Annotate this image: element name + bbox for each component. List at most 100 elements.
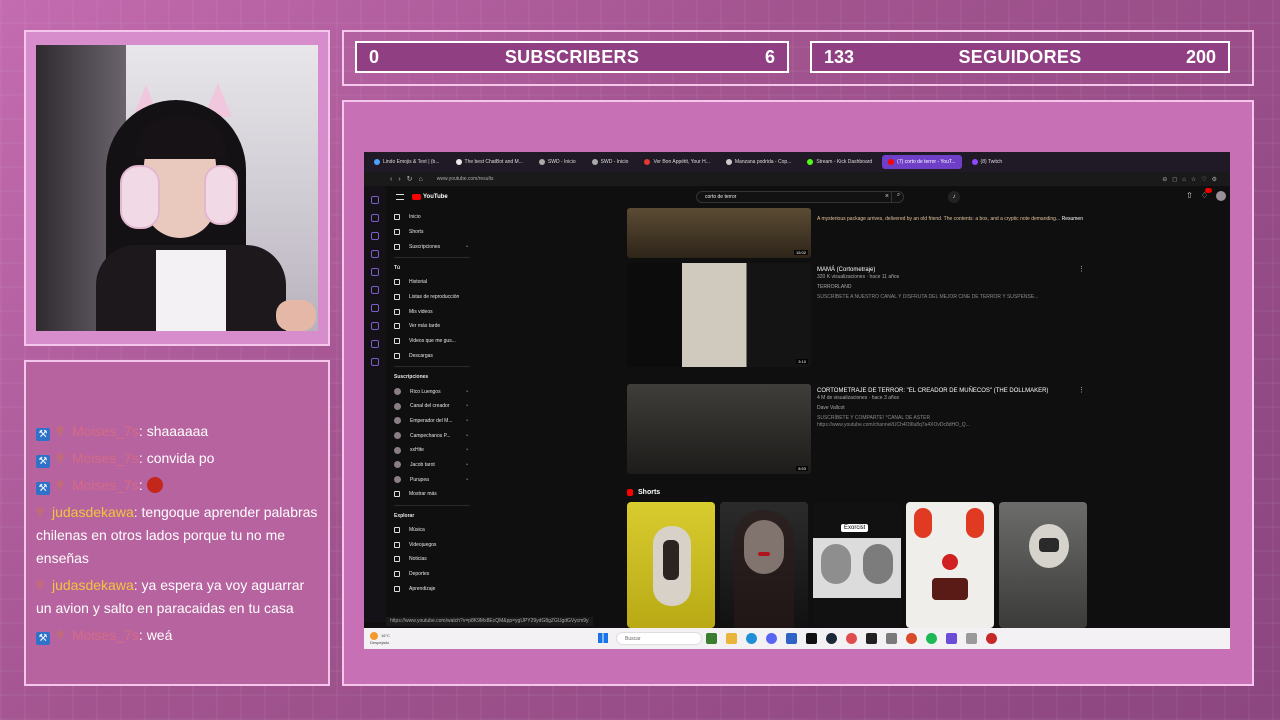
- short-thumbnail[interactable]: [720, 502, 808, 628]
- browser-tab[interactable]: (8) Twitch: [966, 155, 1009, 169]
- sidebar-item-explore[interactable]: Música: [386, 523, 478, 538]
- browser-tab[interactable]: The best ChatBot and M...: [450, 155, 529, 169]
- youtube-search-input[interactable]: corto de terror × ⌕: [696, 191, 904, 203]
- sidebar-item-subscription[interactable]: Purupea •: [386, 472, 478, 487]
- sidebar-item-you[interactable]: Ver más tarde: [386, 319, 478, 334]
- sidebar-section-you[interactable]: Tú: [386, 261, 478, 275]
- opera-sidebar-icon[interactable]: [371, 304, 379, 312]
- video-channel[interactable]: TERRORLAND: [817, 284, 1077, 291]
- opera-sidebar-icon[interactable]: [371, 268, 379, 276]
- file-explorer-icon[interactable]: [726, 633, 737, 644]
- browser-tab[interactable]: Manzana podrida - Cop...: [720, 155, 797, 169]
- sidebar-item-label: Rico Luengos: [410, 388, 441, 395]
- chat-username[interactable]: Moises_7s: [72, 627, 139, 643]
- sidebar-item-subscription[interactable]: Canal del creador •: [386, 399, 478, 414]
- short-thumbnail-exorcist[interactable]: Exorcist: [813, 502, 901, 628]
- sidebar-item-explore[interactable]: Videojuegos: [386, 537, 478, 552]
- video-thumbnail[interactable]: 3:10: [627, 263, 811, 367]
- opera-sidebar-icon[interactable]: [371, 340, 379, 348]
- taskbar-app-icon[interactable]: [986, 633, 997, 644]
- steam-icon[interactable]: [826, 633, 837, 644]
- opera-sidebar-icon[interactable]: [371, 196, 379, 204]
- taskbar-app-icon[interactable]: [966, 633, 977, 644]
- edge-icon[interactable]: [746, 633, 757, 644]
- weather-desc: Despejado: [370, 640, 390, 645]
- sidebar-item-subscription[interactable]: Emperador del M... •: [386, 414, 478, 429]
- discord-icon[interactable]: [766, 633, 777, 644]
- upload-icon[interactable]: ⇧: [1186, 191, 1193, 201]
- notifications-icon[interactable]: ♢: [1201, 188, 1212, 201]
- video-channel[interactable]: Dave Vallcot: [817, 405, 1077, 412]
- sidebar-item-you[interactable]: Listas de reproducción: [386, 290, 478, 305]
- sidebar-item-explore[interactable]: Deportes: [386, 567, 478, 582]
- short-thumbnail[interactable]: [999, 502, 1087, 628]
- opera-sidebar-icon[interactable]: [371, 232, 379, 240]
- sidebar-item-explore[interactable]: Aprendizaje: [386, 581, 478, 596]
- search-icon[interactable]: ⌕: [891, 192, 905, 202]
- opera-sidebar-icon[interactable]: [371, 250, 379, 258]
- video-thumbnail[interactable]: 15:02: [627, 208, 811, 258]
- browser-tab[interactable]: Lindo Emojis & Text | (b...: [368, 155, 446, 169]
- spotify-icon[interactable]: [926, 633, 937, 644]
- chat-username[interactable]: Moises_7s: [72, 477, 139, 493]
- chat-username[interactable]: judasdekawa: [52, 504, 134, 520]
- windows-start-icon[interactable]: [598, 633, 608, 643]
- nav-buttons[interactable]: ‹›↻⌂: [390, 175, 429, 183]
- short-thumbnail[interactable]: [627, 502, 715, 628]
- chat-username[interactable]: judasdekawa: [52, 577, 134, 593]
- microphone-icon[interactable]: ♪: [948, 191, 960, 203]
- video-thumbnail[interactable]: 8:53: [627, 384, 811, 474]
- sidebar-item-downloads[interactable]: Descargas: [386, 349, 478, 364]
- more-options-icon[interactable]: ⋮: [1078, 265, 1085, 273]
- short-thumbnail[interactable]: [906, 502, 994, 628]
- sidebar-item-main[interactable]: Suscripciones •: [386, 239, 478, 254]
- weather-widget[interactable]: 16°C Despejado: [370, 632, 390, 645]
- clear-search-icon[interactable]: ×: [885, 193, 889, 200]
- youtube-logo[interactable]: YouTube: [412, 194, 448, 200]
- taskbar-app-icon[interactable]: [786, 633, 797, 644]
- browser-tab[interactable]: (7) corto de terror - YouT...: [882, 155, 962, 169]
- obs-icon[interactable]: [866, 633, 877, 644]
- sidebar-item-you[interactable]: Historial: [386, 275, 478, 290]
- chat-username[interactable]: Moises_7s: [72, 450, 139, 466]
- sidebar-item-subscription[interactable]: Rico Luengos •: [386, 384, 478, 399]
- opera-icon[interactable]: [846, 633, 857, 644]
- sidebar-section-explore[interactable]: Explorar: [386, 509, 478, 523]
- menu-icon[interactable]: [396, 194, 404, 200]
- taskbar-app-icon[interactable]: [946, 633, 957, 644]
- opera-sidebar-icon[interactable]: [371, 286, 379, 294]
- opera-sidebar-icon[interactable]: [371, 322, 379, 330]
- browser-tab[interactable]: Ver Bon Appétit, Your H...: [638, 155, 715, 169]
- url-text[interactable]: www.youtube.com/results: [437, 176, 494, 182]
- sidebar-item-you[interactable]: Mis videos: [386, 304, 478, 319]
- sidebar-item-subscription[interactable]: Jacob tarot •: [386, 458, 478, 473]
- taskbar-app-icon[interactable]: [806, 633, 817, 644]
- browser-tab[interactable]: SWD - Inicio: [586, 155, 635, 169]
- browser-tab[interactable]: Stream - Kick Dashboard: [801, 155, 878, 169]
- taskbar-app-icon[interactable]: [906, 633, 917, 644]
- tab-favicon-icon: [807, 159, 814, 165]
- address-bar[interactable]: ‹›↻⌂ www.youtube.com/results ⊖◻⌂☆♡⚙: [364, 172, 1230, 186]
- sidebar-item-main[interactable]: Shorts: [386, 225, 478, 240]
- browser-tab[interactable]: SWD - Inicio: [533, 155, 582, 169]
- chat-username[interactable]: Moises_7s: [72, 423, 139, 439]
- taskbar-app-icon[interactable]: [706, 633, 717, 644]
- summary-button[interactable]: Resumen: [1062, 216, 1083, 223]
- sidebar-item-show-more[interactable]: Mostrar más: [386, 487, 478, 502]
- taskbar-search-input[interactable]: Buscar: [616, 632, 702, 645]
- sidebar-item-subscription[interactable]: Campechanos P... •: [386, 428, 478, 443]
- more-options-icon[interactable]: ⋮: [1078, 386, 1085, 394]
- taskbar-app-icon[interactable]: [886, 633, 897, 644]
- tab-favicon-icon: [374, 159, 380, 165]
- opera-sidebar-icon[interactable]: [371, 214, 379, 222]
- sidebar-item-main[interactable]: Inicio: [386, 210, 478, 225]
- browser-toolbar-icons[interactable]: ⊖◻⌂☆♡⚙: [1162, 176, 1222, 183]
- avatar[interactable]: [1216, 191, 1226, 201]
- sidebar-item-explore[interactable]: Noticias: [386, 552, 478, 567]
- sidebar-item-subscription[interactable]: sxHite •: [386, 443, 478, 458]
- opera-sidebar-icon[interactable]: [371, 358, 379, 366]
- sidebar-section-subscriptions[interactable]: Suscripciones: [386, 370, 478, 384]
- video-title[interactable]: MAMÁ (Cortometraje): [817, 267, 1077, 274]
- sidebar-item-you[interactable]: Videos que me gus...: [386, 334, 478, 349]
- video-title[interactable]: CORTOMETRAJE DE TERROR: "EL CREADOR DE M…: [817, 388, 1077, 395]
